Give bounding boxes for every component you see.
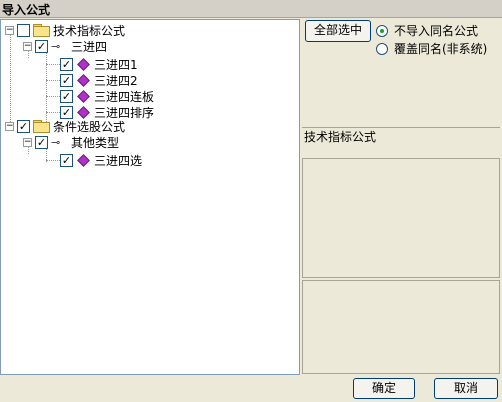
formula-tree[interactable]: − 技术指标公式 − ✓ ⊸ 三进四 ✓ 三进四1 ✓ 三进四2 ✓ 三进四连板… [0, 19, 300, 375]
node-checkbox[interactable]: ✓ [60, 73, 73, 87]
tree-node-label: 三进四2 [94, 73, 138, 88]
tree-node-group[interactable]: − ✓ ⊸ 三进四 [23, 38, 107, 54]
window-title: 导入公式 [0, 0, 502, 18]
tree-node-label: 技术指标公式 [53, 23, 126, 38]
tree-node-screening[interactable]: − ✓ 条件选股公式 [5, 118, 125, 134]
radio-label: 覆盖同名(非系统) [394, 42, 488, 56]
tree-node-group[interactable]: − ✓ ⊸ 其他类型 [23, 134, 119, 150]
tree-node-formula[interactable]: ✓ 三进四1 [60, 56, 138, 72]
collapse-icon[interactable]: − [5, 25, 14, 35]
node-checkbox[interactable]: ✓ [35, 39, 48, 53]
node-checkbox[interactable]: ✓ [60, 57, 73, 71]
radio-button[interactable] [376, 42, 388, 55]
radio-label: 不导入同名公式 [394, 24, 479, 38]
formula-icon [77, 153, 90, 167]
formula-icon [77, 89, 90, 103]
radio-skip-duplicates[interactable]: 不导入同名公式 [376, 22, 478, 39]
tree-line [46, 160, 60, 161]
cancel-button[interactable]: 取消 [434, 378, 498, 399]
formula-icon [77, 73, 90, 87]
tree-node-formula[interactable]: ✓ 三进四连板 [60, 88, 154, 104]
description-panel [302, 158, 500, 278]
key-icon: ⊸ [51, 135, 61, 149]
tree-node-label: 三进四选 [94, 153, 143, 168]
tree-line [46, 112, 60, 113]
radio-button[interactable] [376, 24, 388, 37]
details-panel [302, 280, 500, 374]
category-label-box: 技术指标公式 [302, 127, 500, 155]
tree-node-label: 三进四连板 [94, 89, 155, 104]
tree-node-label: 三进四 [71, 39, 108, 54]
tree-node-formula[interactable]: ✓ 三进四选 [60, 152, 142, 168]
collapse-icon[interactable]: − [23, 137, 32, 147]
node-checkbox[interactable]: ✓ [35, 135, 48, 149]
tree-node-label: 条件选股公式 [53, 119, 126, 134]
formula-icon [77, 57, 90, 71]
tree-line [46, 64, 60, 65]
ok-button[interactable]: 确定 [353, 378, 415, 399]
radio-overwrite-duplicates[interactable]: 覆盖同名(非系统) [376, 40, 487, 57]
tree-node-formula[interactable]: ✓ 三进四2 [60, 72, 138, 88]
tree-node-technical-indicators[interactable]: − 技术指标公式 [5, 22, 125, 38]
folder-icon [33, 120, 50, 133]
folder-icon [33, 24, 50, 37]
select-all-button[interactable]: 全部选中 [305, 20, 371, 42]
tree-node-label: 其他类型 [71, 135, 120, 150]
formula-icon [77, 105, 90, 119]
collapse-icon[interactable]: − [5, 121, 14, 131]
tree-line [10, 34, 11, 130]
category-label: 技术指标公式 [304, 130, 377, 144]
node-checkbox[interactable]: ✓ [17, 119, 30, 133]
key-icon: ⊸ [51, 39, 61, 53]
node-checkbox[interactable] [17, 23, 30, 37]
node-checkbox[interactable]: ✓ [60, 89, 73, 103]
tree-line [46, 80, 60, 81]
collapse-icon[interactable]: − [23, 41, 32, 51]
tree-line [46, 96, 60, 97]
tree-node-label: 三进四1 [94, 57, 138, 72]
node-checkbox[interactable]: ✓ [60, 153, 73, 167]
